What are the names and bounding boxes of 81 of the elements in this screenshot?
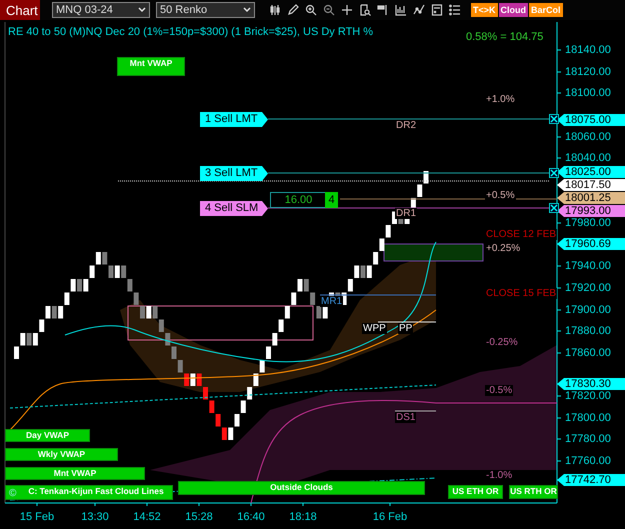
level-label: -0.5% [485, 385, 514, 396]
price-axis-label: 17900.00 [565, 304, 611, 316]
level-label: MR1 [320, 296, 344, 307]
price-axis-label: 18060.00 [565, 131, 611, 143]
level-label: DS1 [395, 412, 416, 423]
price-marker: 17960.69 [557, 238, 625, 250]
caret-icon [243, 7, 251, 13]
order-label[interactable]: 1 Sell LMT [200, 112, 268, 127]
price-axis-label: 18040.00 [565, 152, 611, 164]
price-marker: 18025.00 [557, 166, 625, 178]
level-label: PP [398, 323, 414, 334]
toggle-button[interactable]: BarCol [529, 3, 563, 17]
time-axis-label: 16 Feb [372, 511, 408, 523]
document-search-icon[interactable] [359, 4, 371, 16]
zoom-in-icon[interactable] [305, 4, 317, 16]
level-label: DR2 [395, 120, 418, 131]
change-readout: 0.58% = 104.75 [466, 31, 544, 43]
price-marker: 17742.70 [557, 474, 625, 486]
level-label: DR1 [395, 208, 418, 219]
price-axis-label: 18120.00 [565, 66, 611, 78]
level-label: +0.5% [485, 190, 516, 201]
indicator-label[interactable]: Day VWAP [5, 429, 90, 442]
indicator-label[interactable]: Wkly VWAP [5, 448, 118, 461]
bar-chart-icon[interactable] [395, 4, 407, 16]
crosshair-icon[interactable] [341, 4, 353, 16]
time-axis-label: 14:52 [133, 511, 161, 523]
price-marker: 17993.00 [557, 205, 625, 217]
indicator-label[interactable]: US RTH OR [509, 485, 558, 499]
level-label: CLOSE 15 FEB [485, 288, 558, 299]
candlestick-icon[interactable] [269, 4, 281, 16]
window-title: Chart [0, 0, 40, 20]
bar-icon[interactable] [377, 4, 389, 16]
close-icon[interactable] [549, 114, 559, 124]
caret-icon [138, 7, 146, 13]
price-axis-label: 17760.00 [565, 455, 611, 467]
indicator-label[interactable]: Mnt VWAP [117, 57, 185, 76]
level-line [394, 410, 436, 412]
level-label: WPP [362, 323, 387, 334]
zoom-out-icon[interactable] [323, 4, 335, 16]
time-axis-label: 18:18 [289, 511, 317, 523]
list-icon[interactable] [449, 4, 461, 16]
price-marker: 17830.30 [557, 378, 625, 390]
price-axis-label: 18140.00 [565, 44, 611, 56]
calculator-icon[interactable] [431, 4, 443, 16]
indicator-label[interactable]: Outside Clouds [178, 481, 425, 495]
price-axis-label: 17880.00 [565, 325, 611, 337]
price-axis-label: 17780.00 [565, 433, 611, 445]
indicator-label[interactable]: US ETH OR [448, 485, 503, 499]
copyright-mark: © [9, 488, 16, 499]
level-label: -0.25% [485, 337, 519, 348]
pencil-icon[interactable] [287, 4, 299, 16]
level-label: CLOSE 12 FEB [485, 229, 558, 240]
time-axis-label: 15 Feb [20, 511, 54, 523]
level-label: -1.0% [485, 470, 514, 481]
close-icon[interactable] [549, 168, 559, 178]
indicator-label[interactable]: Mnt VWAP [5, 467, 145, 480]
price-axis-label: 17940.00 [565, 260, 611, 272]
price-marker: 18017.50 [557, 179, 625, 191]
time-axis-label: 16:40 [237, 511, 265, 523]
level-label: +1.0% [485, 94, 516, 105]
time-axis-label: 13:30 [81, 511, 109, 523]
order-label[interactable]: 3 Sell LMT [200, 166, 268, 181]
position-quantity: 4 [325, 192, 338, 208]
price-axis-label: 17980.00 [565, 217, 611, 229]
price-marker: 18001.25 [557, 192, 625, 204]
time-axis-label: 15:28 [185, 511, 213, 523]
price-axis-label: 17860.00 [565, 347, 611, 359]
chart-title: RE 40 to 50 (M)NQ Dec 20 (1%=150p=$300) (1 Brick=$25), US Dy RTH % [8, 26, 374, 38]
price-axis-label: 17820.00 [565, 390, 611, 402]
toggle-button[interactable]: T<>K [471, 3, 498, 17]
line-chart-icon[interactable] [413, 4, 425, 16]
instrument-dropdown[interactable]: MNQ 03-24 [52, 2, 150, 18]
price-axis-label: 17800.00 [565, 412, 611, 424]
bar-type-dropdown[interactable]: 50 Renko [156, 2, 255, 18]
price-marker: 18075.00 [557, 114, 625, 126]
price-axis-label: 17920.00 [565, 282, 611, 294]
price-axis-label: 18100.00 [565, 87, 611, 99]
order-label[interactable]: 4 Sell SLM [200, 201, 268, 216]
toggle-button[interactable]: Cloud [498, 3, 528, 17]
level-label: +0.25% [485, 243, 522, 254]
close-icon[interactable] [549, 203, 559, 213]
